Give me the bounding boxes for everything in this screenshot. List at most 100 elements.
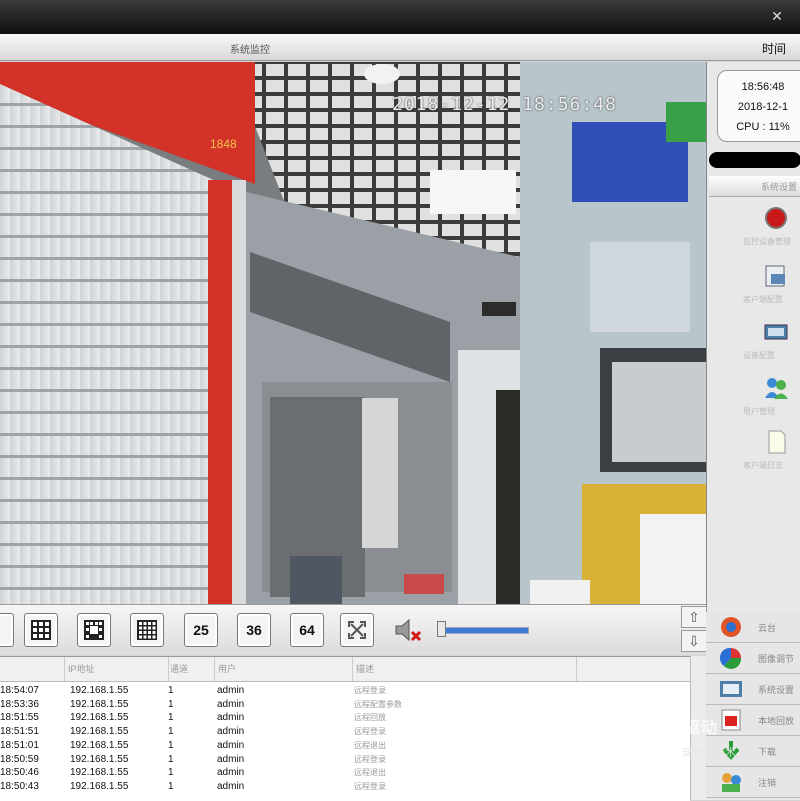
system-settings-button[interactable]: 系统设置: [706, 674, 800, 705]
layout-25-button[interactable]: 25: [184, 613, 218, 647]
close-icon[interactable]: ✕: [768, 8, 786, 24]
scroll-up-arrow[interactable]: ⇧: [681, 606, 707, 628]
log-table-header: IP地址 通道 用户 描述: [0, 657, 690, 682]
users-icon: [765, 378, 788, 399]
log-channel: 1: [168, 767, 174, 779]
menu-item-client-config[interactable]: 客户端配置: [709, 258, 800, 314]
log-time: 18:51:55: [0, 712, 39, 724]
log-ip: 192.168.1.55: [70, 767, 129, 779]
video-feed[interactable]: 1848 2018-12-12 18:56:48: [0, 62, 706, 604]
action-button-label: 本地回放: [758, 716, 795, 726]
table-row[interactable]: 18:54:07 192.168.1.55 1 admin 远程登录: [0, 684, 690, 698]
log-desc: 远程回放: [354, 713, 386, 723]
menu-item-device-config[interactable]: 设备配置: [709, 314, 800, 370]
table-row[interactable]: 18:50:43 192.168.1.55 1 admin 远程登录: [0, 780, 690, 794]
log-desc: 远程登录: [354, 727, 386, 737]
grid-9-icon: [31, 620, 51, 640]
menu-item-device-management[interactable]: 监控设备管理: [709, 200, 800, 256]
col-ip-header: IP地址: [64, 657, 169, 681]
log-user: admin: [217, 685, 245, 696]
logout-button[interactable]: 注销: [706, 767, 800, 798]
action-button-label: 注销: [758, 778, 777, 788]
log-user: admin: [217, 698, 245, 710]
log-time: 18:50:59: [0, 753, 39, 765]
grid-16-icon: [137, 620, 157, 640]
log-desc: 远程配置参数: [354, 699, 402, 709]
ptz-button[interactable]: 云台: [706, 612, 800, 643]
log-channel: 1: [168, 712, 174, 724]
log-time: 18:54:07: [0, 685, 39, 696]
log-icon: [768, 430, 786, 454]
log-desc: 远程登录: [354, 754, 386, 764]
table-row[interactable]: 18:50:46 192.168.1.55 1 admin 远程退出: [0, 766, 690, 780]
panel-header: 系统设置: [709, 176, 800, 197]
scroll-down-arrow[interactable]: ⇩: [681, 630, 707, 652]
color-adjust-button[interactable]: 图像调节: [706, 643, 800, 674]
log-ip: 192.168.1.55: [70, 780, 129, 792]
log-user: admin: [217, 726, 245, 738]
menu-item-label: 用户管理: [743, 407, 775, 416]
camera-image: 1848: [0, 62, 706, 604]
log-user: admin: [217, 753, 245, 765]
table-row[interactable]: 18:53:36 192.168.1.55 1 admin 远程配置参数: [0, 698, 690, 712]
menu-item-label: 客户端配置: [743, 295, 783, 304]
watermark-sub: 安防网·技术: [682, 748, 736, 759]
log-desc: 远程登录: [354, 686, 386, 695]
logout-icon: [722, 773, 741, 792]
watermark-brand: 驱动: [684, 720, 719, 737]
col-channel-header: 通道: [168, 657, 215, 681]
playback-icon: [721, 709, 741, 731]
log-channel: 1: [168, 685, 174, 696]
status-bar: [709, 152, 800, 168]
layout-9-button[interactable]: [24, 613, 58, 647]
fullscreen-button[interactable]: [340, 613, 374, 647]
config-icon: [765, 265, 785, 287]
color-icon: [719, 647, 742, 669]
layout-13-button[interactable]: [77, 613, 111, 647]
log-ip: 192.168.1.55: [70, 685, 129, 696]
log-ip: 192.168.1.55: [70, 753, 129, 765]
log-time: 18:51:51: [0, 726, 39, 738]
menu-item-user-management[interactable]: 用户管理: [709, 370, 800, 426]
header-time-label: 时间: [761, 42, 786, 56]
log-channel: 1: [168, 739, 174, 751]
layout-4-button[interactable]: [0, 613, 14, 647]
log-channel: 1: [168, 780, 174, 792]
layout-16-button[interactable]: [130, 613, 164, 647]
svg-text:1848: 1848: [210, 137, 237, 151]
log-time: 18:51:01: [0, 739, 39, 751]
layout-36-button[interactable]: 36: [237, 613, 271, 647]
grid-13-icon: [84, 620, 104, 640]
header-title: 系统监控: [230, 45, 270, 56]
log-user: admin: [217, 712, 245, 724]
menu-item-client-log[interactable]: 客户端日志: [709, 424, 800, 480]
ptz-icon: [721, 617, 741, 637]
log-user: admin: [217, 780, 245, 792]
volume-knob[interactable]: [437, 621, 446, 637]
layout-64-button[interactable]: 64: [290, 613, 324, 647]
table-row[interactable]: 18:51:01 192.168.1.55 1 admin 远程退出: [0, 739, 690, 753]
action-button-label: 云台: [758, 623, 777, 633]
local-playback-button[interactable]: 本地回放: [706, 705, 800, 736]
table-row[interactable]: 18:51:51 192.168.1.55 1 admin 远程登录: [0, 725, 690, 739]
col-extra-header: [576, 657, 690, 681]
table-row[interactable]: 18:51:55 192.168.1.55 1 admin 远程回放: [0, 711, 690, 725]
table-row[interactable]: 18:50:59 192.168.1.55 1 admin 远程登录: [0, 753, 690, 767]
menu-item-label: 设备配置: [743, 351, 775, 360]
col-user-header: 用户: [214, 657, 353, 681]
menu-item-label: 客户端日志: [743, 461, 783, 470]
log-channel: 1: [168, 753, 174, 765]
action-button-label: 系统设置: [758, 685, 795, 695]
settings-icon: [720, 681, 742, 697]
ceiling-light: [430, 170, 516, 214]
panel-header-label: 系统设置: [761, 182, 798, 192]
log-ip: 192.168.1.55: [70, 712, 129, 724]
mute-icon[interactable]: [394, 617, 424, 643]
log-channel: 1: [168, 726, 174, 738]
device-icon: [764, 324, 788, 340]
log-ip: 192.168.1.55: [70, 726, 129, 738]
record-icon: [765, 207, 787, 229]
header-bar: 系统监控 时间: [0, 34, 800, 61]
log-table: IP地址 通道 用户 描述 18:54:07 192.168.1.55 1 admin…: [0, 656, 690, 801]
volume-slider[interactable]: [440, 627, 529, 634]
